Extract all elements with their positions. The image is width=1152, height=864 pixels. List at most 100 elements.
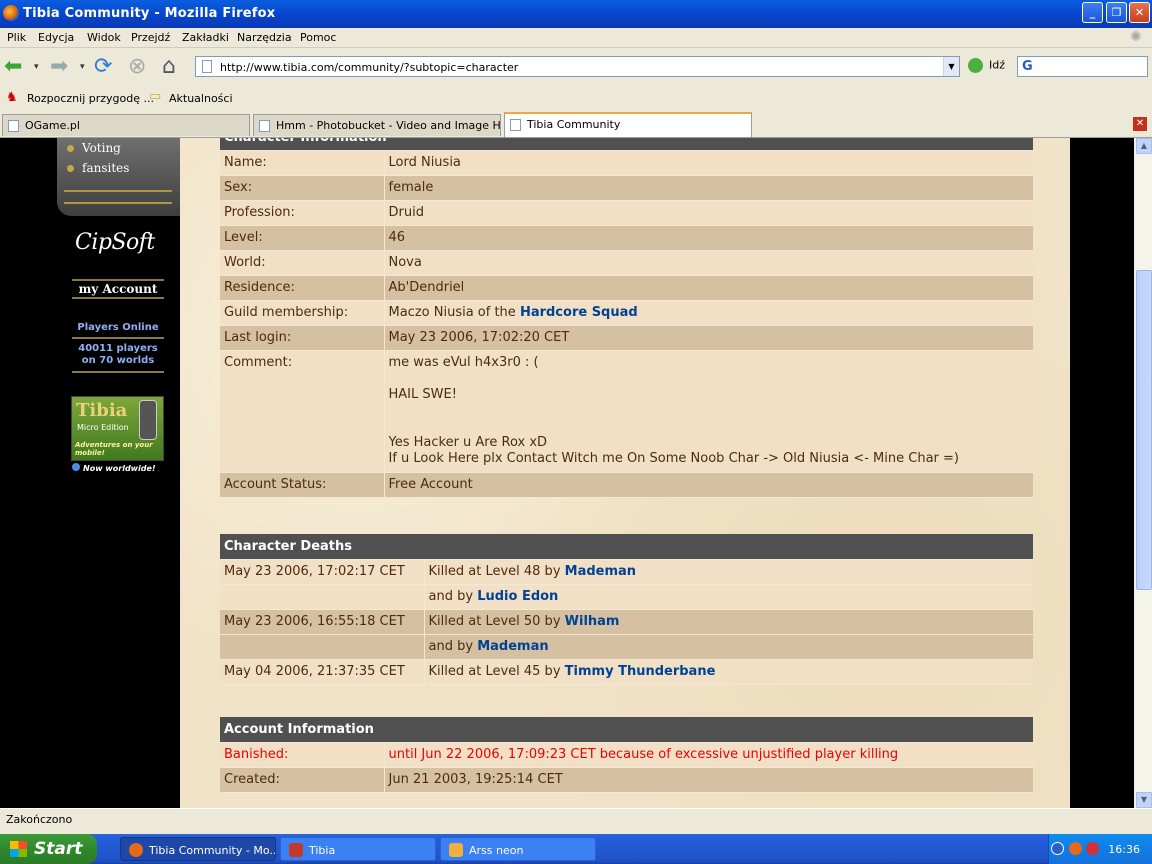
menu-go[interactable]: Przejdź <box>131 31 170 44</box>
death-text: Killed at Level 48 by Mademan <box>424 559 1033 585</box>
killer-link[interactable]: Ludio Edon <box>477 589 558 604</box>
menu-view[interactable]: Widok <box>87 31 121 44</box>
tab-photobucket[interactable]: Hmm - Photobucket - Video and Image Host… <box>253 114 501 136</box>
field-label: World: <box>220 250 385 276</box>
field-label: Sex: <box>220 175 385 201</box>
menu-help[interactable]: Pomoc <box>300 31 336 44</box>
field-label: Guild membership: <box>220 300 385 326</box>
back-icon[interactable]: ⬅ <box>4 54 22 80</box>
sidebar-item-voting[interactable]: Voting <box>67 141 121 155</box>
menu-tools[interactable]: Narzędzia <box>237 31 292 44</box>
field-value: Free Account <box>384 472 1033 498</box>
character-deaths-table: Character Deaths May 23 2006, 17:02:17 C… <box>220 534 1033 685</box>
start-button[interactable]: Start <box>0 834 97 864</box>
forward-icon[interactable]: ➡ <box>50 54 68 80</box>
close-tab-icon[interactable]: ✕ <box>1133 117 1147 131</box>
tray-app-icon[interactable] <box>1069 842 1082 855</box>
tab-bar: OGame.pl Hmm - Photobucket - Video and I… <box>0 112 1152 138</box>
killer-link[interactable]: Mademan <box>477 639 548 654</box>
sidebar-item-fansites[interactable]: fansites <box>67 161 129 175</box>
clock: 16:36 <box>1108 843 1140 856</box>
scroll-up-icon[interactable]: ▲ <box>1136 138 1152 154</box>
phone-icon <box>139 400 157 440</box>
tibiame-tagline: Adventures on your mobile! <box>75 441 153 457</box>
tab-label: Tibia Community <box>527 118 621 131</box>
tibiame-title: Tibia <box>76 400 128 421</box>
tab-tibia-community[interactable]: Tibia Community <box>504 112 752 137</box>
window-title: Tibia Community - Mozilla Firefox <box>23 6 276 21</box>
maximize-button[interactable]: ❐ <box>1106 2 1127 23</box>
task-label: Tibia Community - Mo... <box>149 844 276 857</box>
menu-bookmarks[interactable]: Zakładki <box>182 31 229 44</box>
killer-link[interactable]: Wilham <box>565 614 620 629</box>
status-bar: Zakończono <box>0 808 1152 830</box>
forward-dropdown-icon[interactable]: ▾ <box>80 54 85 80</box>
field-value: May 23 2006, 17:02:20 CET <box>384 325 1033 351</box>
field-label: Profession: <box>220 200 385 226</box>
tibiame-banner[interactable]: Tibia Micro Edition Adventures on your m… <box>71 396 164 461</box>
field-value: Druid <box>384 200 1033 226</box>
reload-icon[interactable]: ⟳ <box>94 54 112 80</box>
killer-link[interactable]: Timmy Thunderbane <box>565 664 716 679</box>
menu-file[interactable]: Plik <box>7 31 26 44</box>
banished-value: until Jun 22 2006, 17:09:23 CET because … <box>384 742 1033 768</box>
tray-antivirus-icon[interactable] <box>1086 842 1099 855</box>
divider <box>72 337 164 339</box>
section-header: Account Information <box>220 717 1033 743</box>
firefox-icon <box>3 5 19 21</box>
sidebar-item-label: fansites <box>82 161 130 175</box>
scroll-down-icon[interactable]: ▼ <box>1136 792 1152 808</box>
bookmark-item[interactable]: Aktualności <box>169 92 233 105</box>
stop-icon[interactable]: ⊗ <box>128 54 146 80</box>
my-account-button[interactable]: my Account <box>72 279 164 299</box>
status-text: Zakończono <box>6 813 73 826</box>
tab-ogame[interactable]: OGame.pl <box>2 114 250 136</box>
killer-link[interactable]: Mademan <box>565 564 636 579</box>
start-label: Start <box>34 839 83 859</box>
back-dropdown-icon[interactable]: ▾ <box>34 54 39 80</box>
task-firefox[interactable]: Tibia Community - Mo... <box>120 837 276 861</box>
guild-link[interactable]: Hardcore Squad <box>520 305 638 320</box>
mail-icon <box>449 843 463 857</box>
field-label: Account Status: <box>220 472 385 498</box>
go-button[interactable]: Idź <box>968 58 1005 73</box>
page-icon <box>202 60 212 73</box>
players-online-count: 40011 players on 70 worlds <box>78 343 158 366</box>
throbber-icon: ✺ <box>1130 29 1142 45</box>
bookmark-item[interactable]: Rozpocznij przygodę ... <box>27 92 154 105</box>
bullet-icon <box>67 165 74 172</box>
url-text: http://www.tibia.com/community/?subtopic… <box>220 61 519 74</box>
home-icon[interactable]: ⌂ <box>162 54 176 80</box>
cipsoft-logo[interactable]: CipSoft <box>75 230 155 255</box>
window-titlebar[interactable]: Tibia Community - Mozilla Firefox _ ❐ ✕ <box>0 0 1152 28</box>
task-label: Tibia <box>309 844 336 857</box>
taskbar: Start Tibia Community - Mo... Tibia Arss… <box>0 834 1152 864</box>
worldwide-text: Now worldwide! <box>83 464 156 473</box>
folder-icon: ▭ <box>149 89 162 104</box>
death-date <box>220 634 425 660</box>
death-description: Killed at Level 48 by <box>428 564 561 579</box>
address-bar[interactable]: http://www.tibia.com/community/?subtopic… <box>195 56 960 77</box>
close-button[interactable]: ✕ <box>1129 2 1150 23</box>
players-online-box[interactable]: Players Online 40011 players on 70 world… <box>72 322 164 377</box>
account-info-table: Account Information Banished: until Jun 2… <box>220 717 1033 793</box>
tray-expand-icon[interactable] <box>1051 842 1064 855</box>
scroll-thumb[interactable] <box>1136 270 1152 590</box>
address-dropdown-icon[interactable]: ▼ <box>943 57 959 76</box>
players-online-title: Players Online <box>77 322 159 333</box>
death-description: and by <box>428 589 474 604</box>
death-date <box>220 584 425 610</box>
minimize-button[interactable]: _ <box>1082 2 1103 23</box>
vertical-scrollbar[interactable]: ▲ ▼ <box>1134 138 1152 808</box>
comment-line: HAIL SWE! <box>388 386 457 402</box>
bullet-icon <box>67 145 74 152</box>
menu-edit[interactable]: Edycja <box>38 31 74 44</box>
death-description: and by <box>428 639 474 654</box>
field-label: Comment: <box>220 350 385 473</box>
field-label: Created: <box>220 767 385 793</box>
task-label: Arss neon <box>469 844 524 857</box>
task-arss-neon[interactable]: Arss neon <box>440 837 596 861</box>
field-label: Residence: <box>220 275 385 301</box>
search-input[interactable]: G <box>1017 56 1148 77</box>
task-tibia[interactable]: Tibia <box>280 837 436 861</box>
